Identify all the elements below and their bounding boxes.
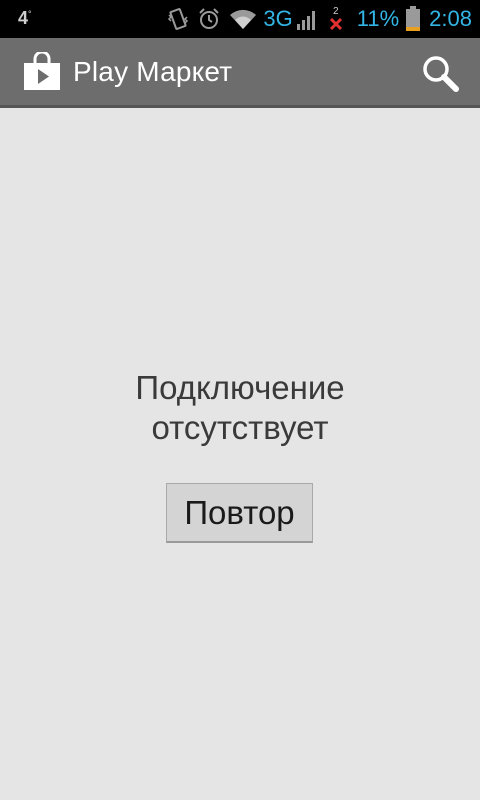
network-type: 3G bbox=[263, 6, 293, 31]
connection-error-message: Подключение отсутствует bbox=[0, 368, 480, 448]
no-data-icon: 2 bbox=[329, 7, 343, 31]
battery-icon bbox=[405, 6, 421, 32]
signal-icon bbox=[295, 7, 319, 31]
search-icon[interactable] bbox=[420, 54, 460, 94]
app-title: Play Маркет bbox=[73, 56, 233, 87]
retry-button[interactable]: Повтор bbox=[166, 483, 313, 543]
status-left-text: 4 bbox=[18, 8, 29, 28]
sim-badge: 2 bbox=[332, 6, 339, 17]
action-bar: Play Маркет bbox=[0, 38, 480, 108]
main-content: Подключение отсутствует Повтор bbox=[0, 108, 480, 800]
status-bar: 4° 3G 2 11% 2:08 bbox=[0, 0, 480, 38]
wifi-icon bbox=[229, 8, 257, 30]
vibrate-icon bbox=[167, 7, 189, 31]
status-left-degree: ° bbox=[28, 9, 32, 19]
error-line-1: Подключение bbox=[135, 369, 345, 406]
play-store-icon[interactable] bbox=[22, 50, 62, 92]
error-line-2: отсутствует bbox=[151, 409, 329, 446]
status-left-indicator: 4° bbox=[18, 8, 32, 29]
clock: 2:08 bbox=[429, 6, 472, 31]
status-icons: 3G 2 11% 2:08 bbox=[159, 0, 472, 38]
battery-level: 11% bbox=[356, 6, 400, 31]
alarm-icon bbox=[197, 7, 221, 31]
